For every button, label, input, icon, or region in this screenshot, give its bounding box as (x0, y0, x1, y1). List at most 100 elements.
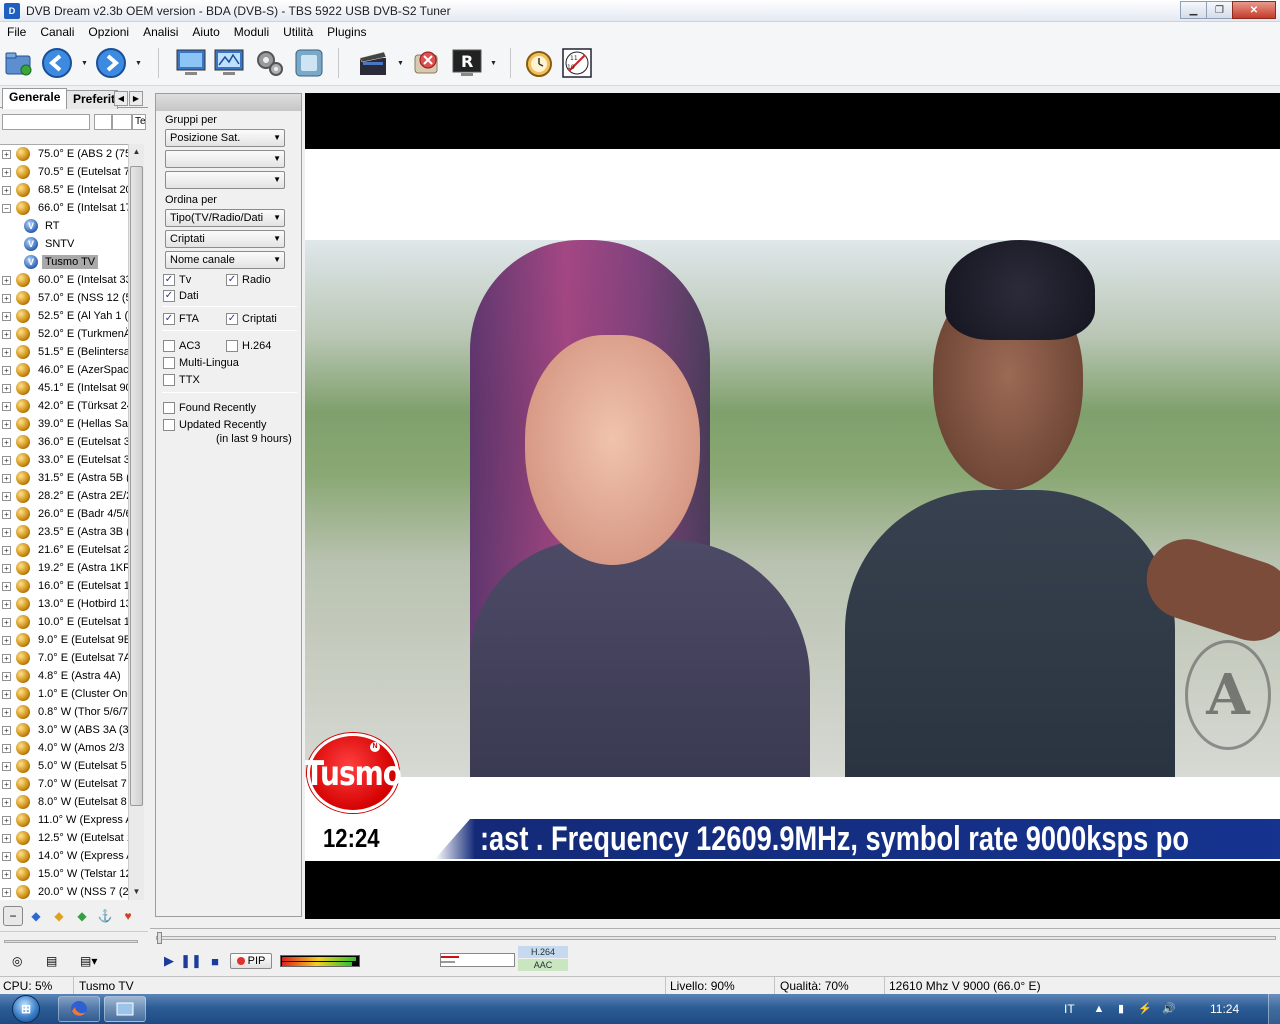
menu-file[interactable]: File (0, 25, 33, 39)
satellite-item[interactable]: +15.0° W (Telstar 12 (0, 865, 128, 883)
expand-icon[interactable]: + (2, 761, 11, 771)
menu-analisi[interactable]: Analisi (136, 25, 185, 39)
scroll-up-icon[interactable]: ▲ (129, 144, 144, 160)
satellite-item[interactable]: +12.5° W (Eutelsat 1 (0, 829, 128, 847)
back-arrow-icon[interactable] (40, 46, 74, 80)
found-recently-checkbox[interactable]: Found Recently (163, 402, 256, 414)
ac3-checkbox[interactable]: AC3 (163, 340, 200, 352)
expand-icon[interactable]: + (2, 329, 11, 339)
satellite-item[interactable]: +52.0° E (TurkmenÄ (0, 325, 128, 343)
list-view-icon[interactable]: ▤ (46, 954, 57, 968)
pip-button[interactable]: PIP (230, 953, 272, 969)
channel-item[interactable]: V RT (0, 217, 128, 235)
expand-icon[interactable]: + (2, 797, 11, 807)
expand-icon[interactable]: + (2, 617, 11, 627)
taskbar-clock[interactable]: 11:24 (1210, 994, 1239, 1024)
expand-icon[interactable]: + (2, 545, 11, 555)
collapse-icon[interactable]: − (3, 906, 23, 926)
expand-icon[interactable]: + (2, 527, 11, 537)
menu-canali[interactable]: Canali (33, 25, 81, 39)
anchor-icon[interactable]: ⚓ (95, 906, 115, 926)
gear-icon[interactable] (252, 46, 286, 80)
stop-record-icon[interactable] (410, 46, 444, 80)
expand-icon[interactable]: + (2, 725, 11, 735)
satellite-item[interactable]: +11.0° W (Express A (0, 811, 128, 829)
list-options-icon[interactable]: ▤▾ (80, 954, 97, 968)
expand-icon[interactable]: + (2, 491, 11, 501)
expand-icon[interactable]: + (2, 689, 11, 699)
radio-checkbox[interactable]: ✓ Radio (226, 274, 271, 286)
menu-opzioni[interactable]: Opzioni (81, 25, 136, 39)
expand-icon[interactable]: + (2, 185, 11, 195)
satellite-item[interactable]: +70.5° E (Eutelsat 70 (0, 163, 128, 181)
satellite-item[interactable]: +33.0° E (Eutelsat 33 (0, 451, 128, 469)
dvbdream-taskbar-button[interactable] (104, 996, 146, 1022)
satellite-item[interactable]: +68.5° E (Intelsat 20 (0, 181, 128, 199)
tab-preferiti[interactable]: Preferit (66, 90, 118, 109)
expand-icon[interactable]: + (2, 671, 11, 681)
satellite-item[interactable]: +45.1° E (Intelsat 90 (0, 379, 128, 397)
satellite-item[interactable]: +16.0° E (Eutelsat 16 (0, 577, 128, 595)
expand-icon[interactable]: + (2, 743, 11, 753)
expand-icon[interactable]: + (2, 815, 11, 825)
satellite-item[interactable]: +3.0° W (ABS 3A (3 (0, 721, 128, 739)
record-dropdown-icon[interactable]: ▼ (490, 60, 497, 67)
expand-icon[interactable]: + (2, 419, 11, 429)
timer-clock-icon[interactable] (522, 46, 556, 80)
start-button[interactable]: ⊞ (6, 994, 46, 1024)
expand-icon[interactable]: + (2, 473, 11, 483)
satellite-item[interactable]: +14.0° W (Express A (0, 847, 128, 865)
filter-column-2[interactable] (112, 114, 132, 130)
expand-icon[interactable]: + (2, 635, 11, 645)
seek-bar[interactable] (156, 932, 1276, 944)
power-icon[interactable]: ⚡ (1138, 1002, 1152, 1016)
satellite-item[interactable]: +8.0° W (Eutelsat 8 (0, 793, 128, 811)
pause-icon[interactable]: ❚❚ (180, 953, 202, 969)
sort-by-select-1[interactable]: Tipo(TV/Radio/Dati ▼ (165, 209, 285, 227)
expand-icon[interactable]: + (2, 851, 11, 861)
expand-icon[interactable]: + (2, 383, 11, 393)
maximize-button[interactable]: ❐ (1206, 1, 1233, 19)
group-by-select-3[interactable]: ▼ (165, 171, 285, 189)
satellite-item[interactable]: +0.8° W (Thor 5/6/7 (0, 703, 128, 721)
expand-icon[interactable]: + (2, 347, 11, 357)
ttx-checkbox[interactable]: TTX (163, 374, 200, 386)
satellite-item[interactable]: +7.0° E (Eutelsat 7A (0, 649, 128, 667)
expand-icon[interactable]: + (2, 779, 11, 789)
satellite-item[interactable]: +19.2° E (Astra 1KR (0, 559, 128, 577)
group-by-select-1[interactable]: Posizione Sat. ▼ (165, 129, 285, 147)
menu-moduli[interactable]: Moduli (227, 25, 276, 39)
close-button[interactable]: ✕ (1232, 1, 1276, 19)
tab-scroll-left-icon[interactable]: ◀ (114, 91, 128, 106)
satellite-item[interactable]: +26.0° E (Badr 4/5/6 (0, 505, 128, 523)
tab-scroll-right-icon[interactable]: ▶ (129, 91, 143, 106)
expand-icon[interactable]: + (2, 365, 11, 375)
expand-icon[interactable]: + (2, 887, 11, 897)
group-by-select-2[interactable]: ▼ (165, 150, 285, 168)
open-folder-icon[interactable] (2, 46, 36, 80)
expand-icon[interactable]: + (2, 437, 11, 447)
menu-aiuto[interactable]: Aiuto (185, 25, 226, 39)
satellite-item[interactable]: +52.5° E (Al Yah 1 ( (0, 307, 128, 325)
back-dropdown-icon[interactable]: ▼ (81, 60, 88, 67)
recorder-icon[interactable] (292, 46, 326, 80)
menu-plugins[interactable]: Plugins (320, 25, 373, 39)
satellite-item[interactable]: +39.0° E (Hellas Sat (0, 415, 128, 433)
seek-thumb[interactable] (157, 932, 162, 944)
language-indicator[interactable]: IT (1064, 994, 1075, 1024)
satellite-item[interactable]: +46.0° E (AzerSpac (0, 361, 128, 379)
satellite-item[interactable]: +5.0° W (Eutelsat 5 (0, 757, 128, 775)
play-icon[interactable]: ▶ (160, 953, 178, 969)
refresh-diamond-icon[interactable]: ◆ (72, 906, 92, 926)
filter-column-te[interactable]: Te (132, 114, 146, 130)
satellite-item[interactable]: +31.5° E (Astra 5B ( (0, 469, 128, 487)
expand-icon[interactable]: + (2, 401, 11, 411)
expand-icon[interactable]: + (2, 707, 11, 717)
expand-icon[interactable]: + (2, 275, 11, 285)
minimize-button[interactable]: ▁ (1180, 1, 1207, 19)
expand-icon[interactable]: + (2, 509, 11, 519)
expand-icon[interactable]: + (2, 599, 11, 609)
satellite-item[interactable]: +42.0° E (Türksat 24 (0, 397, 128, 415)
satellite-item[interactable]: +9.0° E (Eutelsat 9B (0, 631, 128, 649)
channel-filter-input[interactable] (2, 114, 90, 130)
